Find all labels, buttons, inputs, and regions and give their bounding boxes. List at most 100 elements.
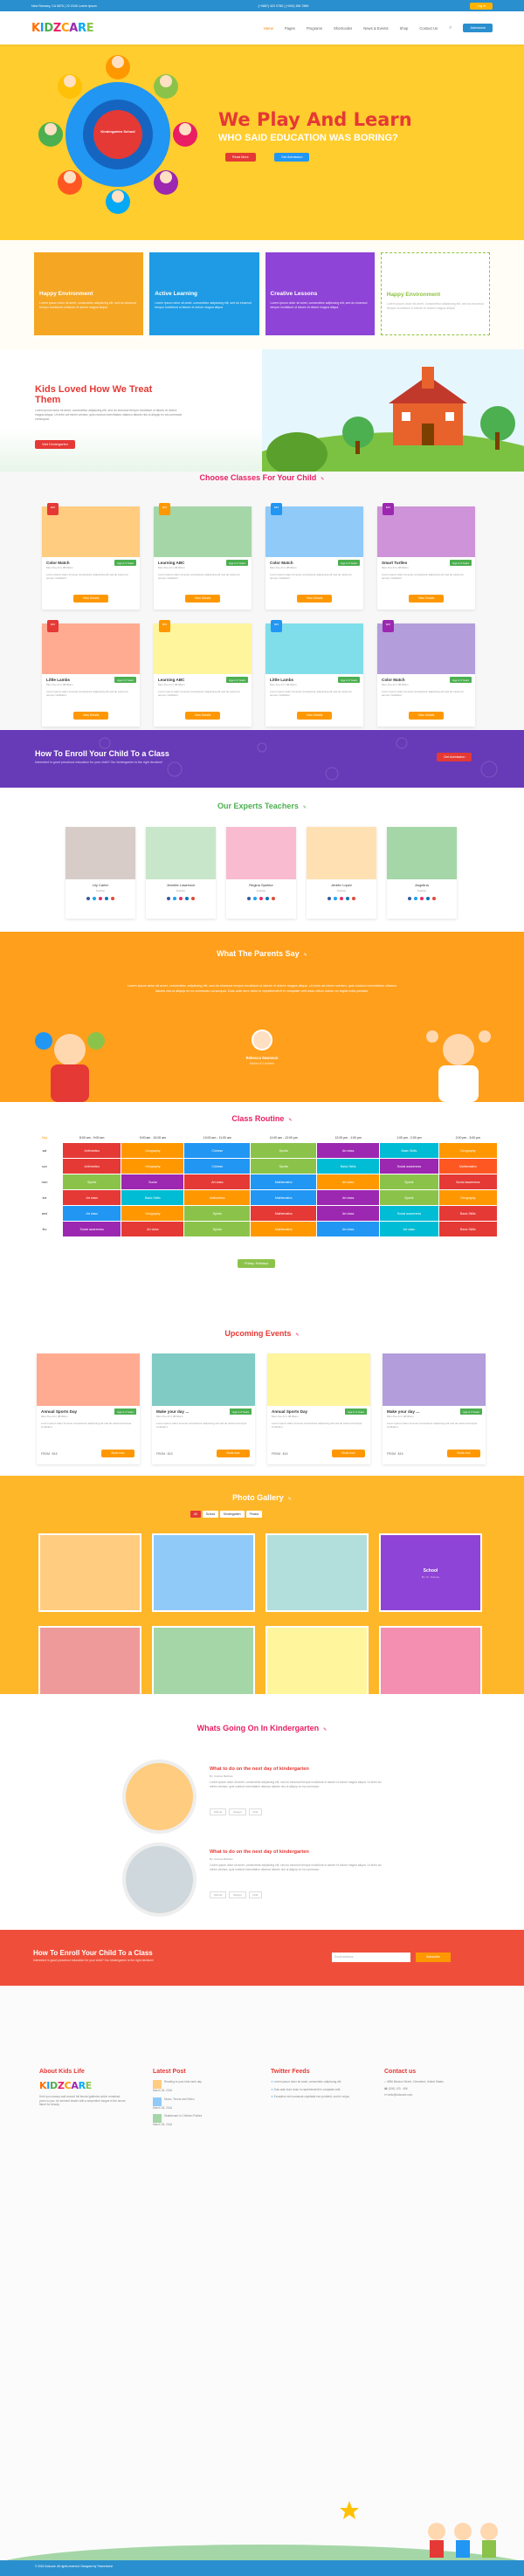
latest-post-link[interactable]: Music, Tennis and Kitten (164, 2097, 195, 2101)
post-tag[interactable]: School (210, 1891, 227, 1898)
filter-kindergarten[interactable]: Kindergarten (220, 1511, 245, 1518)
class-image[interactable]: $45 (377, 620, 475, 674)
twitter-icon[interactable] (334, 897, 337, 900)
class-image[interactable]: $45 (377, 503, 475, 557)
facebook-icon[interactable] (86, 897, 90, 900)
google-plus-icon[interactable] (111, 897, 114, 900)
view-details-button[interactable]: View Details (73, 712, 108, 720)
admission-button[interactable]: Admission (463, 24, 493, 32)
gallery-photo[interactable]: School By: Dr. Nobody (379, 1533, 482, 1612)
book-now-button[interactable]: Book now (101, 1450, 134, 1457)
twitter-icon[interactable] (253, 897, 257, 900)
view-details-button[interactable]: View Details (409, 712, 444, 720)
subscribe-button[interactable]: Subscribe (416, 1953, 451, 1962)
visit-kindergarten-button[interactable]: Visit Kindergarten (35, 440, 75, 449)
teacher-photo[interactable] (66, 827, 135, 879)
post-title[interactable]: What to do on the next day of kindergart… (210, 1767, 309, 1772)
search-icon[interactable]: ⌕ (449, 25, 452, 31)
post-tag[interactable]: Kids (248, 1891, 263, 1898)
nav-contact[interactable]: Contact Us (419, 26, 438, 31)
nav-home[interactable]: Home (264, 26, 273, 31)
post-title[interactable]: What to do on the next day of kindergart… (210, 1849, 309, 1855)
gallery-photo[interactable] (152, 1533, 255, 1612)
view-details-button[interactable]: View Details (409, 595, 444, 603)
google-plus-icon[interactable] (272, 897, 275, 900)
view-details-button[interactable]: View Details (73, 595, 108, 603)
filter-photos[interactable]: Photos (245, 1511, 263, 1518)
email-input[interactable]: Email address (332, 1953, 410, 1962)
class-image[interactable]: $45 (265, 503, 363, 557)
gallery-photo[interactable] (265, 1533, 369, 1612)
nav-shop[interactable]: Shop (400, 26, 409, 31)
nav-pages[interactable]: Pages (285, 26, 295, 31)
view-details-button[interactable]: View Details (297, 712, 332, 720)
linkedin-icon[interactable] (265, 897, 269, 900)
get-admission-button[interactable]: Get Admission (274, 153, 310, 162)
nav-programs[interactable]: Programs (307, 26, 322, 31)
nav-news-events[interactable]: News & Events (363, 26, 388, 31)
class-image[interactable]: $45 (154, 620, 252, 674)
google-plus-icon[interactable] (352, 897, 355, 900)
post-image[interactable] (122, 1760, 196, 1834)
facebook-icon[interactable] (167, 897, 170, 900)
linkedin-icon[interactable] (426, 897, 430, 900)
routine-cell: Mathematics (251, 1190, 317, 1205)
event-image[interactable] (37, 1353, 140, 1406)
facebook-icon[interactable] (408, 897, 411, 900)
class-image[interactable]: $45 (42, 503, 140, 557)
twitter-icon[interactable] (414, 897, 417, 900)
read-more-button[interactable]: Read More (225, 153, 256, 162)
filter-school[interactable]: School (202, 1511, 219, 1518)
instagram-icon[interactable] (340, 897, 343, 900)
instagram-icon[interactable] (420, 897, 424, 900)
age-tag: Age 2-4 Years (338, 560, 360, 566)
event-image[interactable] (267, 1353, 370, 1406)
teacher-photo[interactable] (226, 827, 296, 879)
facebook-icon[interactable] (328, 897, 331, 900)
instagram-icon[interactable] (99, 897, 102, 900)
event-image[interactable] (152, 1353, 255, 1406)
login-button[interactable]: Log in (470, 2, 493, 10)
google-plus-icon[interactable] (191, 897, 195, 900)
gallery-photo[interactable] (152, 1626, 255, 1694)
teacher-photo[interactable] (146, 827, 216, 879)
view-details-button[interactable]: View Details (185, 712, 220, 720)
gallery-photo[interactable] (38, 1533, 141, 1612)
enroll-admission-button[interactable]: Get Admission (437, 753, 472, 761)
instagram-icon[interactable] (179, 897, 183, 900)
twitter-icon[interactable] (173, 897, 176, 900)
nav-shortcodes[interactable]: Shortcodes (334, 26, 352, 31)
teacher-photo[interactable] (307, 827, 376, 879)
footer-logo[interactable]: KIDZCARE (39, 2080, 127, 2091)
linkedin-icon[interactable] (105, 897, 108, 900)
teacher-photo[interactable] (387, 827, 457, 879)
class-image[interactable]: $45 (154, 503, 252, 557)
view-details-button[interactable]: View Details (297, 595, 332, 603)
post-tag[interactable]: Design (229, 1808, 246, 1815)
book-now-button[interactable]: Book now (447, 1450, 480, 1457)
site-logo[interactable]: KIDZCARE (31, 22, 94, 35)
gallery-photo[interactable] (379, 1626, 482, 1694)
google-plus-icon[interactable] (432, 897, 436, 900)
filter-all[interactable]: All (190, 1511, 201, 1518)
gallery-photo[interactable] (38, 1626, 141, 1694)
gallery-photo[interactable] (265, 1626, 369, 1694)
latest-post-link[interactable]: Skateboard in Children Parties (164, 2114, 202, 2118)
facebook-icon[interactable] (247, 897, 251, 900)
book-now-button[interactable]: Book now (217, 1450, 250, 1457)
twitter-icon[interactable] (93, 897, 96, 900)
contact-email[interactable]: hello@kidzcare.com (388, 2093, 413, 2097)
post-tag[interactable]: Kids (248, 1808, 263, 1815)
post-image[interactable] (122, 1842, 196, 1917)
post-tag[interactable]: School (210, 1808, 227, 1815)
book-now-button[interactable]: Book now (332, 1450, 365, 1457)
linkedin-icon[interactable] (346, 897, 349, 900)
view-details-button[interactable]: View Details (185, 595, 220, 603)
linkedin-icon[interactable] (185, 897, 189, 900)
instagram-icon[interactable] (259, 897, 263, 900)
class-image[interactable]: $45 (265, 620, 363, 674)
class-image[interactable]: $45 (42, 620, 140, 674)
post-tag[interactable]: Design (229, 1891, 246, 1898)
event-image[interactable] (383, 1353, 486, 1406)
latest-post-link[interactable]: Reading to your kids each day (164, 2080, 202, 2084)
